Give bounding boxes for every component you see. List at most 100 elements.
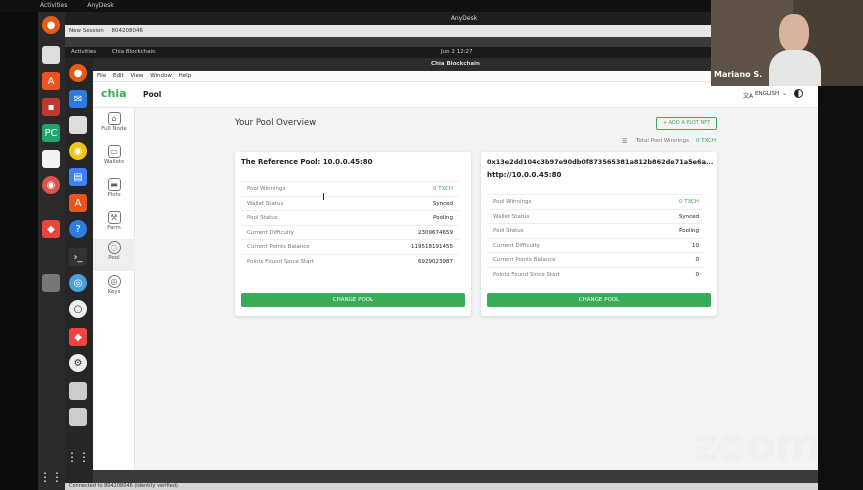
sidebar-item-full-node[interactable]: ⌂ Full Node	[93, 110, 135, 142]
sidebar-item-label: Full Node	[101, 126, 127, 132]
drive-icon[interactable]	[69, 408, 87, 426]
writer-icon[interactable]: ▤	[69, 168, 87, 186]
change-pool-button[interactable]: CHANGE POOL	[241, 293, 465, 307]
sidebar-item-label: Wallets	[104, 159, 124, 165]
remote-activities[interactable]: Activities	[71, 49, 96, 55]
theme-toggle-icon[interactable]	[794, 89, 803, 98]
sidebar-item-pool[interactable]: ◌ Pool	[93, 239, 135, 271]
menu-help[interactable]: Help	[179, 73, 192, 79]
stat-label: Pool Status	[493, 228, 524, 234]
participant-name: Mariano S.	[714, 70, 763, 79]
terminal-red-icon[interactable]: ▪	[42, 98, 60, 116]
stat-value: 6929023987	[418, 258, 453, 265]
stat-label: Pool Winnings	[247, 186, 286, 192]
rhythmbox-icon[interactable]: ◉	[69, 142, 87, 160]
total-winnings-label: Total Pool Winnings	[636, 138, 689, 144]
tab-new-session[interactable]: New Session	[69, 28, 104, 34]
remote-top-bar: Activities Chia Blockchain Jun 2 12:27	[65, 47, 818, 58]
drive-icon[interactable]	[69, 382, 87, 400]
translate-icon[interactable]: 文A	[743, 91, 753, 100]
stat-value: 119518191455	[411, 244, 453, 250]
pool-stat-row: Pool Status Pooling	[241, 210, 459, 225]
stat-label: Wallet Status	[493, 213, 530, 220]
host-dock: ● A ▪ PC ◉ ◆ ⋮⋮	[38, 12, 65, 490]
document-icon[interactable]	[42, 150, 60, 168]
host-activities[interactable]: Activities	[40, 2, 67, 9]
chat-icon[interactable]: ○	[69, 300, 87, 318]
stat-label: Pool Status	[247, 215, 278, 221]
home-icon: ⌂	[107, 112, 121, 125]
menu-file[interactable]: File	[97, 73, 106, 79]
stat-value: 0	[695, 271, 700, 278]
language-selector[interactable]: ENGLISH	[755, 91, 779, 97]
sidebar-item-label: Farm	[107, 225, 121, 231]
sidebar-item-farm[interactable]: ⚒ Farm	[93, 209, 135, 241]
app-grid-icon[interactable]: ⋮⋮	[39, 468, 63, 486]
thunderbird-icon[interactable]: ✉	[69, 90, 87, 108]
stat-label: Points Found Since Start	[493, 271, 560, 278]
chia-logo: chia	[101, 87, 127, 100]
sidebar-item-plots[interactable]: ▬ Plots	[93, 176, 135, 208]
menu-bar: File Edit View Window Help	[93, 71, 818, 82]
drive-icon: ▬	[107, 178, 121, 191]
stat-label: Wallet Status	[247, 200, 284, 207]
participant-shirt	[769, 50, 821, 86]
pool-stat-row: Pool Status Pooling	[487, 223, 705, 238]
zoom-logo: zoom	[692, 420, 821, 471]
stat-label: Pool Winnings	[493, 199, 532, 205]
change-pool-button[interactable]: CHANGE POOL	[487, 293, 711, 307]
files-icon[interactable]	[42, 46, 60, 64]
pool-card-title: 0x13e2dd104c3b97e90db0f873565381a812b862…	[487, 158, 713, 166]
pool-stat-row: Pool Winnings 0 TXCH	[487, 194, 705, 209]
status-bar: Connected to 804208046 (Identity verifie…	[65, 483, 818, 490]
page-title: Pool	[143, 90, 162, 99]
stat-label: Points Found Since Start	[247, 258, 314, 265]
stat-label: Current Difficulty	[247, 229, 294, 236]
help-icon[interactable]: ?	[69, 220, 87, 238]
pool-stat-row: Pool Winnings 0 TXCH	[241, 181, 459, 196]
app-grid-icon[interactable]: ⋮⋮	[66, 448, 90, 466]
pycharm-icon[interactable]: PC	[42, 124, 60, 142]
firefox-icon[interactable]: ●	[42, 16, 60, 34]
window-title: Chia Blockchain	[93, 58, 818, 71]
list-icon: ☰	[622, 138, 628, 145]
remote-dock: ● ✉ ◉ ▤ A ? ›_ ◎ ○ ◆ ⚙ ⋮⋮	[65, 58, 93, 483]
chia-icon[interactable]: ◎	[69, 274, 87, 292]
software-icon[interactable]: A	[42, 72, 60, 90]
pool-card: The Reference Pool: 10.0.0.45:80 Pool Wi…	[235, 152, 471, 316]
connection-status: Connected to 804208046 (Identity verifie…	[69, 483, 180, 489]
fingerprint-icon: ◎	[107, 275, 121, 288]
sidebar-item-keys[interactable]: ◎ Keys	[93, 273, 135, 305]
app-sidebar: ⌂ Full Node ▭ Wallets ▬ Plots ⚒ Farm ◌ P…	[93, 108, 135, 470]
stat-value: Pooling	[679, 228, 699, 234]
terminal-icon[interactable]: ›_	[69, 248, 87, 266]
sidebar-item-wallets[interactable]: ▭ Wallets	[93, 143, 135, 175]
remote-app-menu[interactable]: Chia Blockchain	[112, 49, 156, 55]
trash-icon[interactable]	[42, 274, 60, 292]
pool-card-title: The Reference Pool: 10.0.0.45:80	[241, 158, 373, 166]
stat-label: Current Points Balance	[493, 257, 556, 263]
menu-window[interactable]: Window	[150, 73, 172, 79]
stat-value: Synced	[432, 200, 453, 207]
stat-label: Current Points Balance	[247, 244, 310, 250]
anydesk-icon[interactable]: ◆	[42, 220, 60, 238]
add-plot-nft-button[interactable]: + ADD A PLOT NFT	[656, 117, 717, 130]
menu-view[interactable]: View	[130, 73, 143, 79]
firefox-icon[interactable]: ●	[69, 64, 87, 82]
total-winnings-value: 0 TXCH	[696, 138, 716, 144]
pool-card: 0x13e2dd104c3b97e90db0f873565381a812b862…	[481, 152, 717, 316]
settings-icon[interactable]: ⚙	[69, 354, 87, 372]
pool-stat-row: Current Difficulty 2309674659	[241, 224, 459, 240]
app-icon[interactable]: ◉	[42, 176, 60, 194]
chevron-down-icon[interactable]: ⌄	[782, 90, 787, 97]
tab-remote-id[interactable]: 804208046	[111, 28, 143, 34]
stat-value: 0 TXCH	[679, 199, 699, 205]
sidebar-item-label: Plots	[107, 192, 121, 198]
files-icon[interactable]	[69, 116, 87, 134]
menu-edit[interactable]: Edit	[113, 73, 124, 79]
right-margin	[818, 86, 863, 490]
software-icon[interactable]: A	[69, 194, 87, 212]
host-app-menu[interactable]: AnyDesk	[87, 2, 113, 9]
anydesk-icon[interactable]: ◆	[69, 328, 87, 346]
stat-value: Synced	[678, 213, 699, 220]
